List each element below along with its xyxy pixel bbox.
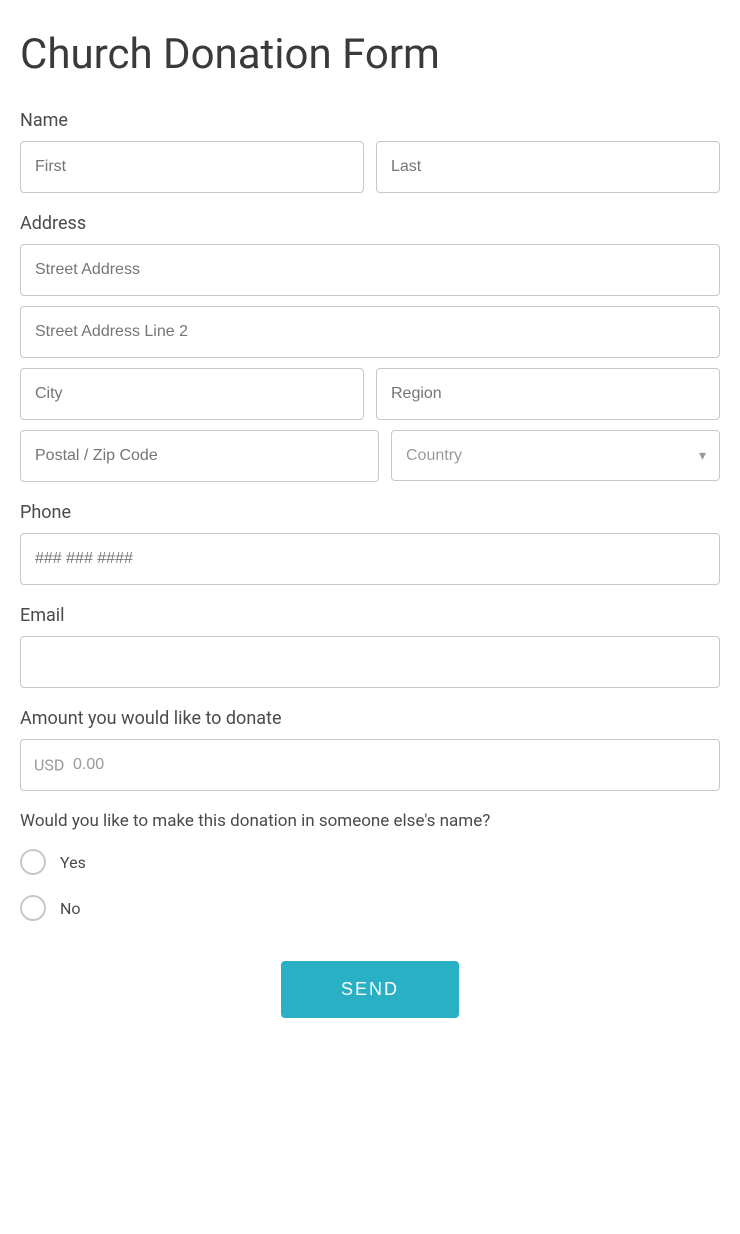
street-address-line2-input[interactable] <box>20 306 720 358</box>
amount-input[interactable] <box>20 739 720 791</box>
country-select-wrapper: Country United States Canada United King… <box>391 430 720 482</box>
send-button[interactable]: SEND <box>281 961 459 1018</box>
country-select[interactable]: Country United States Canada United King… <box>391 430 720 481</box>
donation-question: Would you like to make this donation in … <box>20 811 720 831</box>
email-section: Email <box>20 605 720 688</box>
first-name-input[interactable] <box>20 141 364 193</box>
postal-code-input[interactable] <box>20 430 379 482</box>
send-button-wrapper: SEND <box>20 961 720 1018</box>
name-section: Name <box>20 110 720 193</box>
name-label: Name <box>20 110 720 131</box>
no-radio-input[interactable] <box>20 895 46 921</box>
address-section: Address Country United States Canada Uni… <box>20 213 720 482</box>
phone-label: Phone <box>20 502 720 523</box>
yes-label: Yes <box>60 853 86 872</box>
amount-label: Amount you would like to donate <box>20 708 720 729</box>
yes-radio-option[interactable]: Yes <box>20 849 720 875</box>
no-label: No <box>60 899 81 918</box>
region-input[interactable] <box>376 368 720 420</box>
city-input[interactable] <box>20 368 364 420</box>
email-label: Email <box>20 605 720 626</box>
donation-name-section: Would you like to make this donation in … <box>20 811 720 921</box>
amount-wrapper: USD <box>20 739 720 791</box>
phone-section: Phone <box>20 502 720 585</box>
street-address-input[interactable] <box>20 244 720 296</box>
phone-input[interactable] <box>20 533 720 585</box>
yes-radio-input[interactable] <box>20 849 46 875</box>
amount-section: Amount you would like to donate USD <box>20 708 720 791</box>
page-title: Church Donation Form <box>20 30 720 80</box>
email-input[interactable] <box>20 636 720 688</box>
address-label: Address <box>20 213 720 234</box>
last-name-input[interactable] <box>376 141 720 193</box>
no-radio-option[interactable]: No <box>20 895 720 921</box>
